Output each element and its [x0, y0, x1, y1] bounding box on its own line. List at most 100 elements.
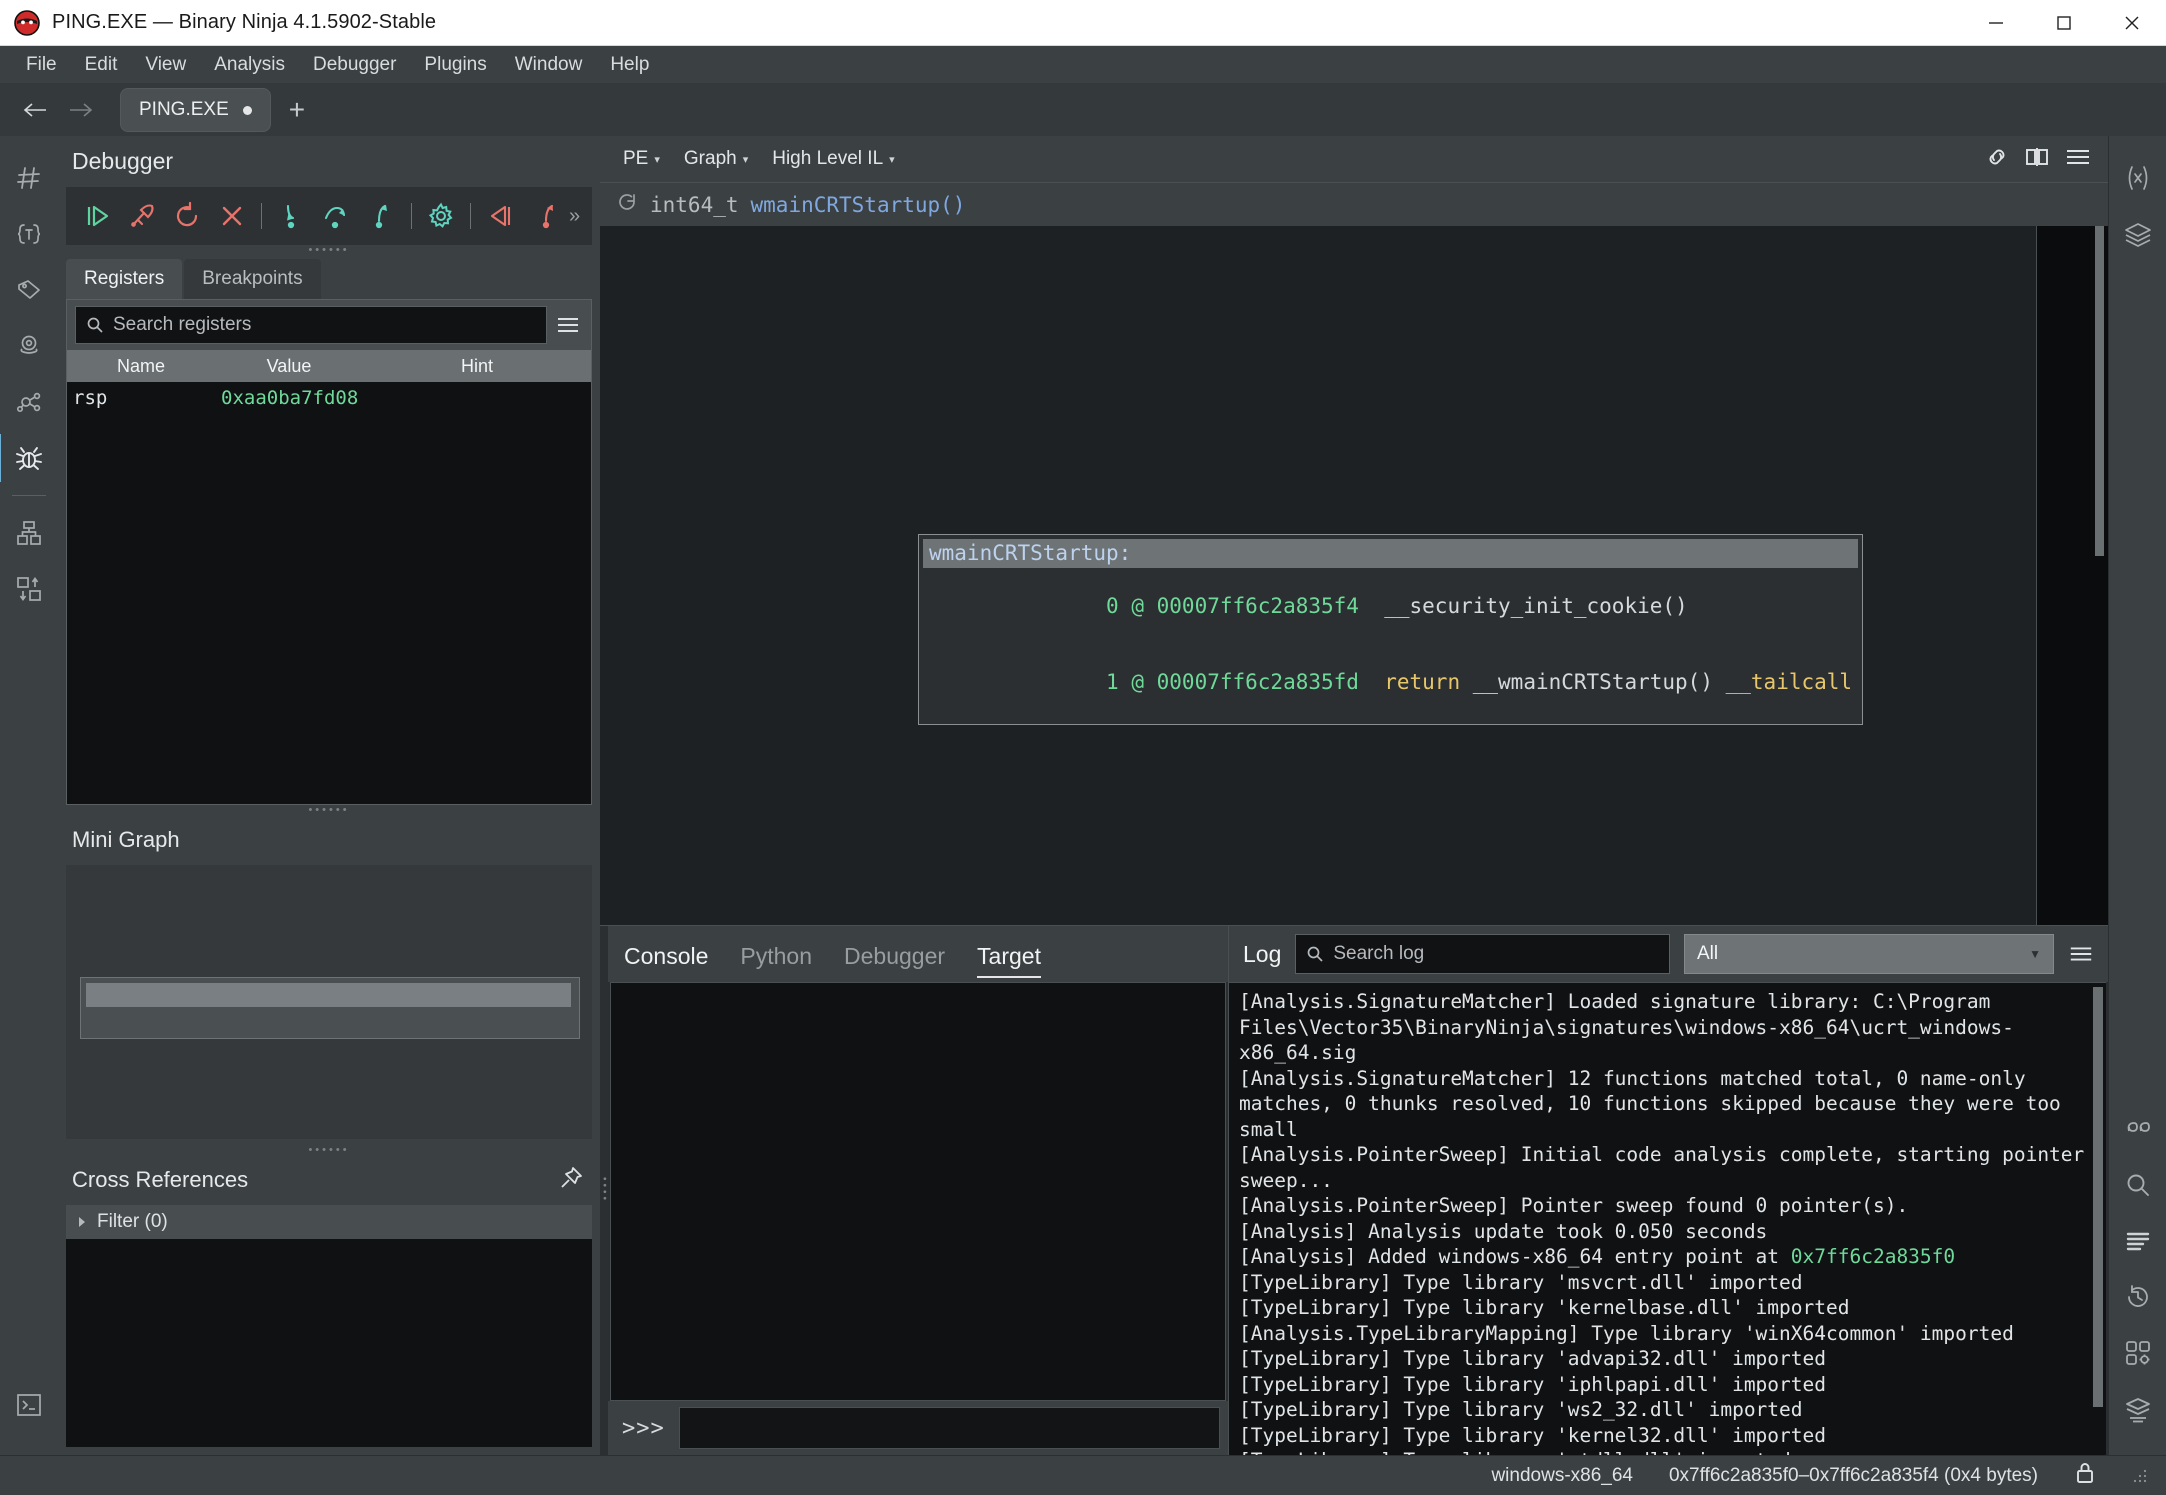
graph-view[interactable]: wmainCRTStartup: 0 @ 00007ff6c2a835f4 __… [600, 226, 2108, 925]
search-icon[interactable] [2112, 1157, 2164, 1213]
stack-view-icon[interactable] [3, 505, 55, 561]
stack-layers-icon[interactable] [2112, 1381, 2164, 1437]
mini-graph-grip[interactable]: •••••• [58, 805, 600, 816]
menu-plugins[interactable]: Plugins [410, 50, 500, 80]
back-arrow-icon[interactable] [14, 89, 56, 131]
mini-graph-node[interactable] [80, 977, 580, 1039]
layers-icon[interactable] [2112, 206, 2164, 262]
column-header-name[interactable]: Name [67, 356, 215, 377]
console-output[interactable] [610, 982, 1226, 1401]
menu-help[interactable]: Help [596, 50, 663, 80]
column-header-hint[interactable]: Hint [363, 356, 591, 377]
attach-icon[interactable] [121, 193, 164, 239]
cross-references-list[interactable] [66, 1239, 592, 1447]
menu-edit[interactable]: Edit [71, 50, 132, 80]
step-over-icon[interactable] [315, 193, 358, 239]
step-back-icon[interactable] [479, 193, 522, 239]
forward-arrow-icon[interactable] [60, 89, 102, 131]
il-at-symbol: @ [1131, 670, 1144, 694]
lock-icon[interactable] [2074, 1461, 2096, 1490]
cross-references-filter[interactable]: Filter (0) [66, 1205, 592, 1239]
log-level-filter[interactable]: All ▼ [1684, 934, 2054, 974]
run-icon[interactable] [76, 193, 119, 239]
step-out-icon[interactable] [360, 193, 403, 239]
tab-target[interactable]: Target [977, 943, 1041, 982]
il-body: __security_init_cookie() [1384, 594, 1688, 618]
symbols-icon[interactable] [3, 150, 55, 206]
log-menu-icon[interactable] [2068, 941, 2094, 967]
close-icon[interactable] [2098, 0, 2166, 46]
hamburger-menu-icon[interactable] [2064, 146, 2092, 173]
menu-window[interactable]: Window [501, 50, 597, 80]
graph-vertical-scrollbar[interactable] [2036, 226, 2108, 925]
split-pane-icon[interactable] [2024, 146, 2050, 173]
log-line: [TypeLibrary] Type library 'advapi32.dll… [1239, 1347, 1826, 1370]
window-title: PING.EXE — Binary Ninja 4.1.5902-Stable [52, 11, 437, 33]
collapse-function-icon[interactable] [616, 191, 638, 218]
stop-icon[interactable] [210, 193, 253, 239]
console-splitter[interactable]: •••• [599, 926, 610, 1455]
minimize-icon[interactable] [1962, 0, 2030, 46]
document-tab-ping-exe[interactable]: PING.EXE [120, 88, 271, 132]
plugins-apps-icon[interactable] [2112, 1325, 2164, 1381]
function-signature-bar: int64_t wmainCRTStartup() [600, 182, 2108, 226]
log-line-address[interactable]: 0x7ff6c2a835f0 [1791, 1245, 1955, 1268]
basic-block-node[interactable]: wmainCRTStartup: 0 @ 00007ff6c2a835f4 __… [918, 534, 1864, 725]
graph-nodes-icon[interactable] [3, 374, 55, 430]
menu-debugger[interactable]: Debugger [299, 50, 410, 80]
debugger-toolbar-grip[interactable]: •••••• [58, 245, 600, 256]
cross-references-grip[interactable]: •••••• [58, 1145, 600, 1156]
tab-registers[interactable]: Registers [66, 259, 183, 299]
new-tab-button[interactable]: + [275, 96, 319, 124]
log-line-list: [Analysis.SignatureMatcher] Loaded signa… [1229, 983, 2106, 1455]
menu-view[interactable]: View [131, 50, 200, 80]
comments-icon[interactable] [2112, 1101, 2164, 1157]
tab-debugger[interactable]: Debugger [844, 943, 945, 982]
column-header-value[interactable]: Value [215, 356, 363, 377]
terminal-icon[interactable] [3, 1377, 55, 1433]
table-row[interactable]: rsp 0xaa0ba7fd08 [67, 382, 591, 414]
il-instruction-row[interactable]: 0 @ 00007ff6c2a835f4 __security_init_coo… [923, 568, 1858, 644]
link-sync-icon[interactable] [1984, 144, 2010, 175]
history-clock-icon[interactable] [2112, 1269, 2164, 1325]
debugger-panel-title: Debugger [72, 148, 174, 174]
report-lines-icon[interactable] [2112, 1213, 2164, 1269]
pin-icon[interactable] [558, 1165, 584, 1196]
tab-python[interactable]: Python [740, 943, 812, 982]
maximize-icon[interactable] [2030, 0, 2098, 46]
console-prompt-row: >>> [608, 1401, 1228, 1455]
console-panel-title: Console [624, 943, 709, 969]
stack-trace-icon[interactable] [3, 561, 55, 617]
log-output[interactable]: [Analysis.SignatureMatcher] Loaded signa… [1229, 982, 2106, 1455]
view-type-selector-pe[interactable]: PE ▾ [614, 145, 669, 173]
il-level-selector[interactable]: High Level IL ▾ [763, 145, 903, 173]
search-log-input[interactable]: Search log [1295, 934, 1670, 974]
mini-graph-canvas[interactable] [66, 865, 592, 1139]
step-return-icon[interactable] [524, 193, 567, 239]
tab-breakpoints[interactable]: Breakpoints [184, 259, 321, 299]
il-instruction-row[interactable]: 1 @ 00007ff6c2a835fd return __wmainCRTSt… [923, 644, 1858, 720]
resize-grip-icon[interactable] [2132, 1468, 2148, 1484]
view-mode-label: Graph [683, 148, 737, 169]
search-registers-input[interactable]: Search registers [75, 306, 547, 344]
menu-analysis[interactable]: Analysis [200, 50, 299, 80]
function-name[interactable]: wmainCRTStartup() [751, 193, 966, 217]
menu-file[interactable]: File [12, 50, 71, 80]
cross-references-title: Cross References [72, 1167, 249, 1192]
restart-icon[interactable] [166, 193, 209, 239]
toolbar-overflow-button[interactable]: » [569, 205, 582, 228]
memory-map-icon[interactable] [3, 318, 55, 374]
registers-menu-icon[interactable] [555, 312, 581, 338]
console-input[interactable] [678, 1407, 1220, 1449]
tags-icon[interactable] [3, 262, 55, 318]
settings-gear-icon[interactable] [420, 193, 463, 239]
debugger-bug-icon[interactable] [0, 430, 55, 486]
types-icon[interactable] [3, 206, 55, 262]
step-into-icon[interactable] [270, 193, 313, 239]
variables-icon[interactable] [2112, 150, 2164, 206]
view-mode-selector-graph[interactable]: Graph ▾ [675, 145, 757, 173]
scrollbar-thumb[interactable] [2095, 226, 2104, 556]
log-vertical-scrollbar[interactable] [2092, 983, 2104, 1455]
scrollbar-thumb[interactable] [2093, 987, 2103, 1407]
graph-canvas[interactable]: wmainCRTStartup: 0 @ 00007ff6c2a835f4 __… [600, 226, 2036, 925]
